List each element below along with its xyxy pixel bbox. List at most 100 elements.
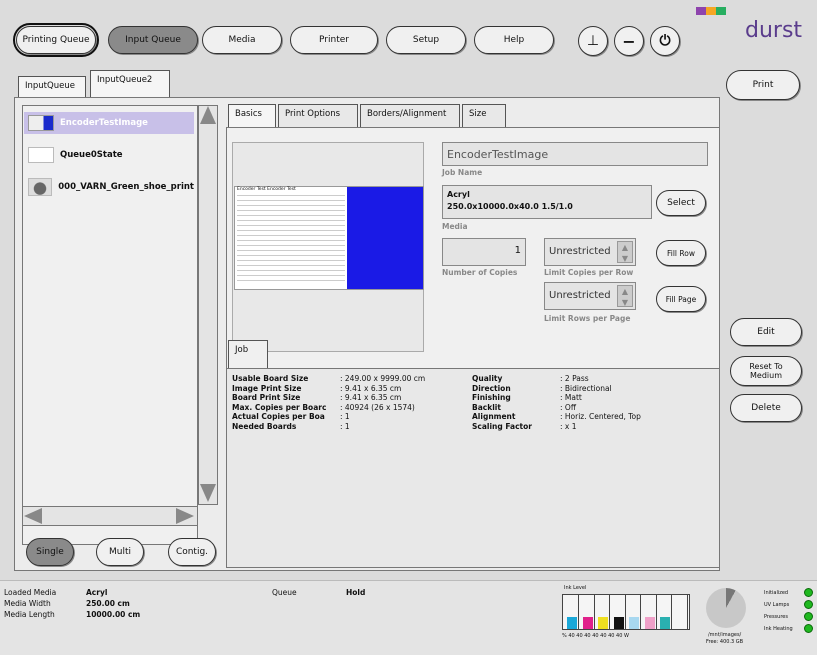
info-row: Finishing: Matt (472, 393, 582, 402)
scroll-up-icon[interactable] (200, 106, 216, 124)
ink-level-bar (567, 617, 577, 629)
media-field: Acryl 250.0x10000.0x40.0 1.5/1.0 (442, 185, 652, 219)
limit-rows-select[interactable]: Unrestricted ▲ ▼ (544, 282, 636, 310)
list-item[interactable]: 000_VARN_Green_shoe_print (24, 176, 194, 198)
durst-logo: durst (745, 18, 803, 43)
info-row: Board Print Size: 9.41 x 6.35 cm (232, 393, 402, 402)
limit-rows-label: Limit Rows per Page (544, 314, 631, 323)
job-name-label: Job Name (442, 168, 483, 177)
ink-slot (658, 595, 672, 629)
list-vertical-scrollbar[interactable] (198, 105, 218, 505)
status-indicator-label: Pressures (764, 614, 788, 620)
info-row: Backlit: Off (472, 402, 576, 412)
fill-row-button[interactable]: Fill Row (656, 240, 706, 266)
ink-slot (596, 595, 610, 629)
tab-inputqueue2[interactable]: InputQueue2 (90, 70, 170, 98)
uv-lamps-led (804, 600, 813, 609)
disk-usage-pie (706, 588, 746, 628)
fill-page-button[interactable]: Fill Page (656, 286, 706, 312)
info-left: Usable Board Size: 249.00 x 9999.00 cm I… (232, 374, 425, 431)
select-media-button[interactable]: Select (656, 190, 706, 216)
power-icon[interactable]: ⏻ (650, 26, 680, 56)
stepper-icon[interactable]: ▲ ▼ (617, 241, 633, 263)
setup-button[interactable]: Setup (386, 26, 466, 54)
job-name-field[interactable]: EncoderTestImage (442, 142, 708, 166)
tab-size[interactable]: Size (462, 104, 506, 128)
tab-borders-alignment[interactable]: Borders/Alignment (360, 104, 460, 128)
help-button[interactable]: Help (474, 26, 554, 54)
ink-level-ticks: % 40 40 40 40 40 40 40 W (562, 633, 629, 639)
shoe-thumbnail-icon (28, 178, 53, 196)
status-indicator-label: UV Lamps (764, 602, 790, 608)
info-row: Actual Copies per Boa: 1 (232, 412, 350, 421)
clock-icon[interactable]: ⊥ (578, 26, 608, 56)
ink-level-gauge (562, 594, 690, 630)
ink-slot (643, 595, 657, 629)
info-row: Quality: 2 Pass (472, 374, 589, 383)
ink-level-label: Ink Level (564, 585, 587, 591)
list-horizontal-scrollbar[interactable] (22, 506, 198, 526)
scroll-right-icon[interactable] (176, 508, 194, 524)
delete-button[interactable]: Delete (730, 394, 802, 422)
queue-status-label: Queue (272, 588, 297, 597)
ink-slot (565, 595, 579, 629)
job-list (22, 105, 198, 545)
ink-level-bar (644, 617, 655, 629)
ink-slot (581, 595, 595, 629)
minimize-icon[interactable]: − (614, 26, 644, 56)
list-item[interactable]: EncoderTestImage (24, 112, 194, 134)
info-row: Image Print Size: 9.41 x 6.35 cm (232, 383, 402, 393)
stepper-icon[interactable]: ▲ ▼ (617, 285, 633, 307)
info-row: Needed Boards: 1 (232, 421, 350, 431)
info-row: Usable Board Size: 249.00 x 9999.00 cm (232, 374, 426, 383)
scroll-down-icon[interactable] (200, 484, 216, 502)
tab-print-options[interactable]: Print Options (278, 104, 358, 128)
limit-copies-label: Limit Copies per Row (544, 268, 634, 277)
pressures-led (804, 612, 813, 621)
info-right: Quality: 2 Pass Direction: Bidirectional… (472, 374, 641, 431)
multi-button[interactable]: Multi (96, 538, 144, 566)
ink-level-bar (660, 617, 670, 629)
initialized-led (804, 588, 813, 597)
edit-button[interactable]: Edit (730, 318, 802, 346)
queue-status-value: Hold (346, 588, 366, 597)
contig-button[interactable]: Contig. (168, 538, 216, 566)
ink-level-bar (629, 617, 639, 629)
status-indicator-label: Ink Heating (764, 626, 793, 632)
media-status: Loaded Media Acryl Media Width 250.00 cm M… (4, 588, 141, 619)
info-row: Direction: Bidirectional (472, 383, 612, 393)
ink-level-bar (613, 617, 624, 629)
image-thumbnail-icon (28, 115, 54, 131)
input-queue-button[interactable]: Input Queue (108, 26, 198, 54)
print-button[interactable]: Print (726, 70, 800, 100)
printer-button[interactable]: Printer (290, 26, 378, 54)
brand-color-bar (696, 7, 726, 15)
ink-slot (674, 595, 688, 629)
info-row: Max. Copies per Boarc: 40924 (26 x 1574) (232, 402, 415, 412)
ink-level-bar (598, 617, 608, 629)
preview-caption: Encoder Test Encoder Test (237, 187, 296, 192)
ink-slot (612, 595, 626, 629)
info-row: Scaling Factor: x 1 (472, 421, 577, 431)
tab-inputqueue[interactable]: InputQueue (18, 76, 86, 98)
media-label: Media (442, 222, 468, 231)
info-row: Alignment: Horiz. Centered, Top (472, 412, 641, 421)
copies-input[interactable]: 1 (442, 238, 526, 266)
ink-slot (627, 595, 641, 629)
copies-label: Number of Copies (442, 268, 518, 277)
printing-queue-button[interactable]: Printing Queue (13, 23, 99, 57)
reset-to-medium-button[interactable]: Reset To Medium (730, 356, 802, 386)
single-button[interactable]: Single (26, 538, 74, 566)
limit-copies-select[interactable]: Unrestricted ▲ ▼ (544, 238, 636, 266)
tab-job[interactable]: Job (228, 340, 268, 368)
tab-basics[interactable]: Basics (228, 104, 276, 128)
scroll-left-icon[interactable] (24, 508, 42, 524)
disk-label: /mnt/images/ (708, 632, 742, 638)
list-item[interactable]: Queue0State (24, 144, 194, 166)
ink-level-bar (582, 617, 593, 629)
preview-image: Encoder Test Encoder Test (234, 186, 424, 290)
status-indicator-label: Initialized (764, 590, 789, 596)
ink-heating-led (804, 624, 813, 633)
media-button[interactable]: Media (202, 26, 282, 54)
image-thumbnail-icon (28, 147, 54, 163)
